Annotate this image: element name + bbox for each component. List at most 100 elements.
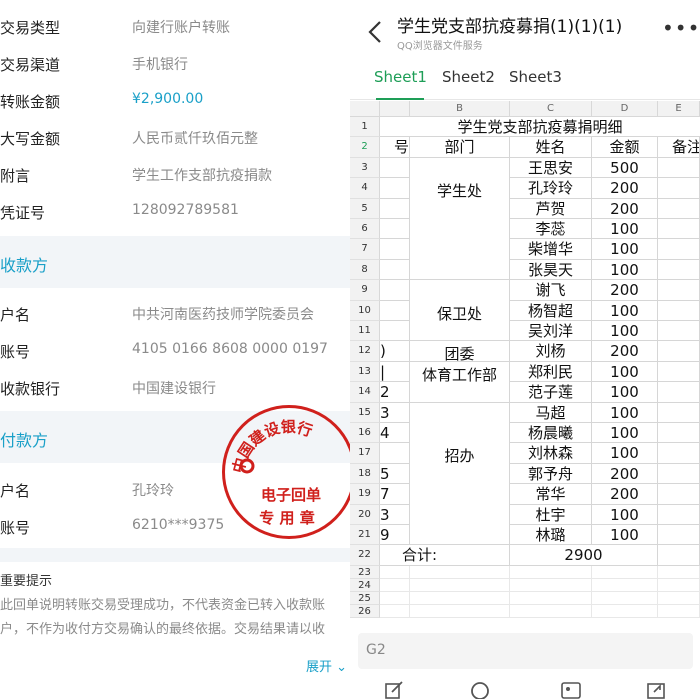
empty-cell[interactable] xyxy=(658,565,700,579)
cell-name[interactable]: 范子莲 xyxy=(510,382,592,403)
cell-name[interactable]: 郑利民 xyxy=(510,361,592,383)
cell-a[interactable] xyxy=(380,239,410,260)
spreadsheet-grid[interactable]: B C D E 1 学生党支部抗疫募捐明细 2 号部门 姓名 金额 备注 3 王思安 500 4 孔玲玲 200… xyxy=(350,101,700,618)
header-cell[interactable]: 备注 xyxy=(658,137,700,158)
empty-cell[interactable] xyxy=(592,604,658,618)
cell-amount[interactable]: 200 xyxy=(592,280,658,301)
cell-amount[interactable]: 200 xyxy=(592,198,658,219)
cell-name[interactable]: 马超 xyxy=(510,402,592,423)
cell-note[interactable] xyxy=(658,402,700,423)
cell-department[interactable]: 招办 xyxy=(410,402,510,546)
empty-cell[interactable] xyxy=(658,578,700,592)
header-cell[interactable]: 号 xyxy=(380,137,410,158)
cell-a[interactable]: 9 xyxy=(380,525,410,546)
empty-cell[interactable] xyxy=(592,578,658,592)
cell-name[interactable]: 柴增华 xyxy=(510,239,592,260)
empty-cell[interactable] xyxy=(410,565,510,579)
cell-amount[interactable]: 100 xyxy=(592,423,658,444)
cell-name[interactable]: 王思安 xyxy=(510,157,592,179)
header-cell[interactable]: 部门 xyxy=(410,137,510,158)
cell-note[interactable] xyxy=(658,259,700,281)
cell-a[interactable]: 7 xyxy=(380,484,410,505)
cell-note[interactable] xyxy=(658,300,700,321)
cell-amount[interactable]: 100 xyxy=(592,443,658,464)
cell-department[interactable]: 保卫处 xyxy=(410,280,510,342)
empty-cell[interactable] xyxy=(410,578,510,592)
back-button[interactable] xyxy=(368,20,382,48)
cell-name[interactable]: 杨晨曦 xyxy=(510,423,592,444)
empty-cell[interactable] xyxy=(380,591,410,605)
cell-amount[interactable]: 100 xyxy=(592,259,658,281)
empty-cell[interactable] xyxy=(658,604,700,618)
cell-amount[interactable]: 100 xyxy=(592,300,658,321)
cell-a[interactable] xyxy=(380,259,410,281)
empty-cell[interactable] xyxy=(380,604,410,618)
cell-note[interactable] xyxy=(658,341,700,362)
cell-a[interactable] xyxy=(380,280,410,301)
cell-note[interactable] xyxy=(658,423,700,444)
cell-amount[interactable]: 200 xyxy=(592,484,658,505)
more-menu-icon[interactable]: ••• xyxy=(662,16,700,40)
header-cell[interactable]: 姓名 xyxy=(510,137,592,158)
cell-amount[interactable]: 200 xyxy=(592,463,658,485)
cell-a[interactable]: 3 xyxy=(380,402,410,423)
tab-sheet2[interactable]: Sheet2 xyxy=(442,68,495,86)
cell-a[interactable] xyxy=(380,157,410,179)
empty-cell[interactable] xyxy=(510,565,592,579)
cell-note[interactable] xyxy=(658,219,700,240)
cell-note[interactable] xyxy=(658,463,700,485)
cell-name[interactable]: 吴刘洋 xyxy=(510,321,592,342)
cell-name[interactable]: 孔玲玲 xyxy=(510,178,592,199)
cell-a[interactable] xyxy=(380,443,410,464)
empty-cell[interactable] xyxy=(592,591,658,605)
cell-name[interactable]: 郭予舟 xyxy=(510,463,592,485)
cell-amount[interactable]: 100 xyxy=(592,219,658,240)
empty-cell[interactable] xyxy=(380,565,410,579)
search-icon[interactable] xyxy=(470,680,492,699)
cell-note[interactable] xyxy=(658,504,700,525)
cell-name[interactable]: 刘林森 xyxy=(510,443,592,464)
cell-note[interactable] xyxy=(658,280,700,301)
empty-cell[interactable] xyxy=(510,604,592,618)
cell-a[interactable]: | xyxy=(380,361,410,383)
cell-title[interactable]: 学生党支部抗疫募捐明细 xyxy=(380,117,700,138)
cell-amount[interactable]: 100 xyxy=(592,504,658,525)
cell-department[interactable]: 学生处 xyxy=(410,157,510,281)
tab-sheet1[interactable]: Sheet1 xyxy=(374,68,427,86)
cell-amount[interactable]: 500 xyxy=(592,157,658,179)
cell-name[interactable]: 张昊天 xyxy=(510,259,592,281)
cell-a[interactable] xyxy=(380,219,410,240)
cell-a[interactable]: ) xyxy=(380,341,410,362)
cell-amount[interactable]: 100 xyxy=(592,361,658,383)
cell-amount[interactable]: 100 xyxy=(592,382,658,403)
cell-department[interactable]: 体育工作部 xyxy=(410,361,510,403)
cell-name[interactable]: 常华 xyxy=(510,484,592,505)
cell-amount[interactable]: 100 xyxy=(592,321,658,342)
cell-a[interactable]: 5 xyxy=(380,463,410,485)
export-icon[interactable] xyxy=(646,680,668,699)
cell-name[interactable]: 杨智超 xyxy=(510,300,592,321)
tab-sheet3[interactable]: Sheet3 xyxy=(509,68,562,86)
empty-cell[interactable] xyxy=(380,578,410,592)
cell-name[interactable]: 芦贺 xyxy=(510,198,592,219)
empty-cell[interactable] xyxy=(510,591,592,605)
header-cell[interactable]: 金额 xyxy=(592,137,658,158)
formula-bar[interactable]: G2 xyxy=(358,633,693,669)
cell-a[interactable]: 3 xyxy=(380,504,410,525)
cell-amount[interactable]: 200 xyxy=(592,178,658,199)
cell-note[interactable] xyxy=(658,525,700,546)
cell-a[interactable] xyxy=(380,178,410,199)
image-icon[interactable] xyxy=(560,680,582,699)
cell-note[interactable] xyxy=(658,321,700,342)
total-label[interactable]: 合计: xyxy=(380,545,510,566)
empty-cell[interactable] xyxy=(592,565,658,579)
cell-note[interactable] xyxy=(658,545,700,566)
cell-name[interactable]: 谢飞 xyxy=(510,280,592,301)
cell-note[interactable] xyxy=(658,382,700,403)
cell-a[interactable]: 4 xyxy=(380,423,410,444)
cell-amount[interactable]: 100 xyxy=(592,525,658,546)
expand-button[interactable]: 展开 ⌄ xyxy=(306,656,347,675)
empty-cell[interactable] xyxy=(658,591,700,605)
cell-name[interactable]: 刘杨 xyxy=(510,341,592,362)
cell-a[interactable]: 2 xyxy=(380,382,410,403)
